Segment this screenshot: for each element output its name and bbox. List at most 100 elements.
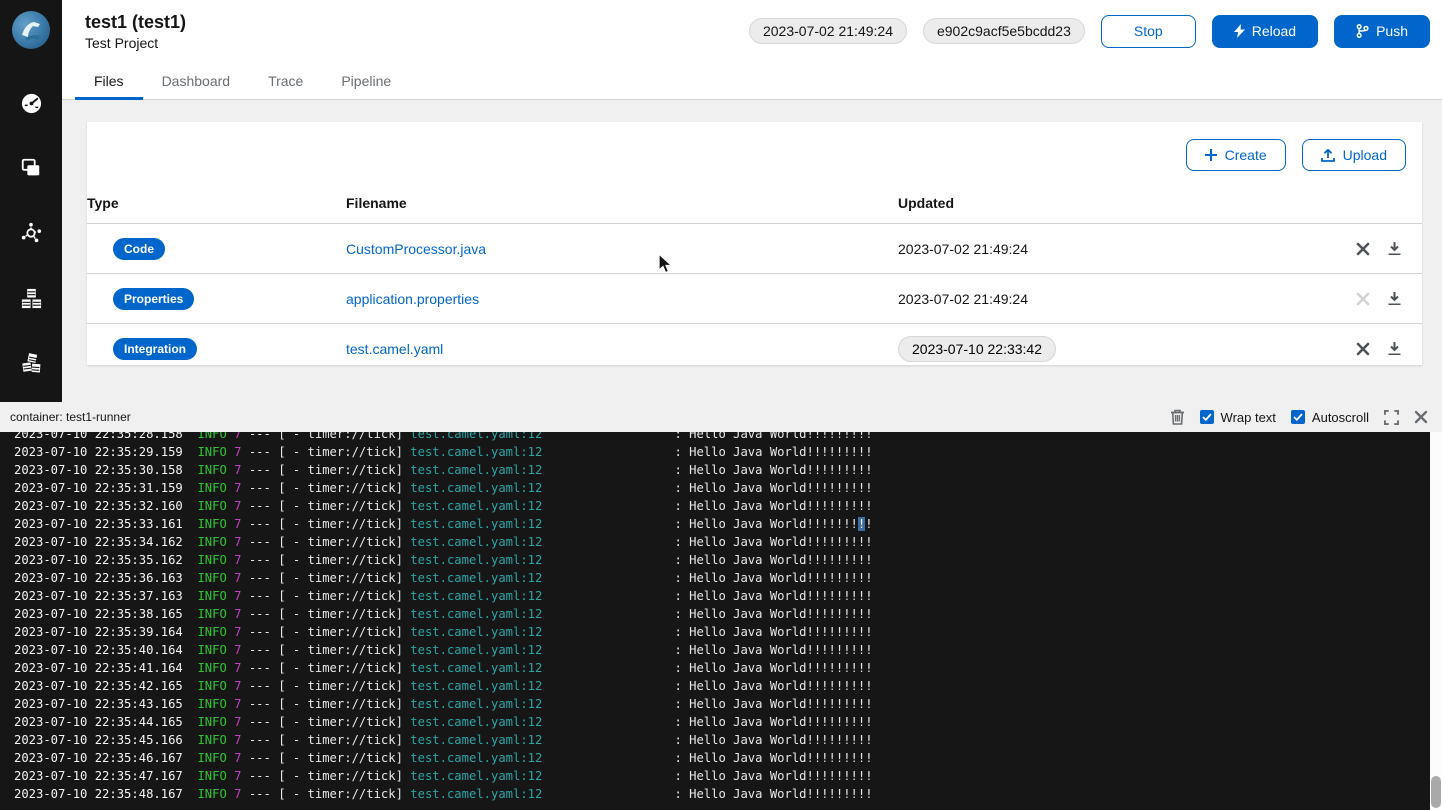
file-type-badge: Integration <box>113 338 197 360</box>
autoscroll-label: Autoscroll <box>1312 410 1369 425</box>
log-line: 2023-07-10 22:35:29.159 INFO 7 --- [ - t… <box>14 443 1430 461</box>
plus-icon <box>1205 149 1217 161</box>
stop-button-label: Stop <box>1134 23 1163 39</box>
log-line: 2023-07-10 22:35:28.158 INFO 7 --- [ - t… <box>14 432 1430 443</box>
files-card: Create Upload Type Filename Updated <box>87 122 1422 365</box>
log-line: 2023-07-10 22:35:43.165 INFO 7 --- [ - t… <box>14 695 1430 713</box>
log-line: 2023-07-10 22:35:37.163 INFO 7 --- [ - t… <box>14 587 1430 605</box>
log-line: 2023-07-10 22:35:32.160 INFO 7 --- [ - t… <box>14 497 1430 515</box>
components-icon <box>20 287 43 310</box>
autoscroll-checkbox-box <box>1291 410 1305 424</box>
push-button-label: Push <box>1376 23 1408 39</box>
commit-hash-badge: e902c9acf5e5bcdd23 <box>923 18 1085 44</box>
tab-dashboard[interactable]: Dashboard <box>143 62 250 99</box>
trash-icon <box>1170 409 1185 425</box>
wrap-text-checkbox-box <box>1200 410 1214 424</box>
file-link[interactable]: application.properties <box>346 291 479 307</box>
camel-logo-icon <box>12 11 50 49</box>
sidebar-item-dashboard[interactable] <box>19 91 43 115</box>
page-subtitle: Test Project <box>85 35 749 51</box>
upload-button-label: Upload <box>1343 147 1387 163</box>
sidebar-item-components[interactable] <box>19 286 43 310</box>
check-icon <box>1293 413 1303 421</box>
file-updated-value: 2023-07-02 21:49:24 <box>898 291 1028 307</box>
app-window: test1 (test1) Test Project 2023-07-02 21… <box>0 0 1442 810</box>
file-type-badge: Code <box>113 238 165 260</box>
upload-icon <box>1321 149 1335 162</box>
column-header-type: Type <box>87 185 346 223</box>
create-button-label: Create <box>1225 147 1267 163</box>
log-line: 2023-07-10 22:35:30.158 INFO 7 --- [ - t… <box>14 461 1430 479</box>
push-button[interactable]: Push <box>1334 15 1430 48</box>
files-content: Create Upload Type Filename Updated <box>0 100 1442 402</box>
reload-button[interactable]: Reload <box>1212 15 1318 48</box>
download-file-button[interactable] <box>1387 341 1402 356</box>
expand-icon <box>1384 410 1399 425</box>
file-link[interactable]: CustomProcessor.java <box>346 241 486 257</box>
autoscroll-checkbox[interactable]: Autoscroll <box>1291 410 1369 425</box>
table-row: Properties application.properties 2023-07-… <box>87 273 1422 323</box>
delete-file-button[interactable] <box>1356 242 1370 256</box>
tab-pipeline[interactable]: Pipeline <box>322 62 410 99</box>
log-line: 2023-07-10 22:35:44.165 INFO 7 --- [ - t… <box>14 713 1430 731</box>
log-line: 2023-07-10 22:35:48.167 INFO 7 --- [ - t… <box>14 785 1430 803</box>
close-x-icon <box>1356 242 1370 256</box>
projects-icon <box>20 157 42 179</box>
files-table: Type Filename Updated Code CustomProcesso… <box>87 185 1422 373</box>
delete-file-button[interactable] <box>1356 342 1370 356</box>
hub-icon <box>20 222 42 244</box>
delete-file-button <box>1356 292 1370 306</box>
log-scrollbar-thumb[interactable] <box>1431 776 1441 808</box>
log-line: 2023-07-10 22:35:40.164 INFO 7 --- [ - t… <box>14 641 1430 659</box>
code-branch-icon <box>1356 24 1369 38</box>
stop-button[interactable]: Stop <box>1101 15 1196 48</box>
close-log-button[interactable] <box>1414 410 1428 424</box>
download-file-button[interactable] <box>1387 291 1402 306</box>
log-console[interactable]: 2023-07-10 22:35:28.158 INFO 7 --- [ - t… <box>0 432 1430 810</box>
dashboard-gauge-icon <box>20 92 43 115</box>
project-header: test1 (test1) Test Project 2023-07-02 21… <box>62 0 1442 62</box>
log-line: 2023-07-10 22:35:39.164 INFO 7 --- [ - t… <box>14 623 1430 641</box>
containers-icon <box>20 352 42 374</box>
table-row: CodeCustomProcessor.java2023-07-02 21:49… <box>87 223 1422 273</box>
sidebar-item-containers[interactable] <box>19 351 43 375</box>
download-icon <box>1387 291 1402 306</box>
log-line: 2023-07-10 22:35:36.163 INFO 7 --- [ - t… <box>14 569 1430 587</box>
check-icon <box>1202 413 1212 421</box>
log-panel-header: container: test1-runner Wrap text <box>0 402 1442 432</box>
tab-files[interactable]: Files <box>75 62 143 99</box>
log-line: 2023-07-10 22:35:45.166 INFO 7 --- [ - t… <box>14 731 1430 749</box>
column-header-updated: Updated <box>898 185 1326 223</box>
log-line: 2023-07-10 22:35:34.162 INFO 7 --- [ - t… <box>14 533 1430 551</box>
download-file-button[interactable] <box>1387 241 1402 256</box>
log-lines: 2023-07-10 22:35:28.158 INFO 7 --- [ - t… <box>0 432 1430 803</box>
log-line: 2023-07-10 22:35:47.167 INFO 7 --- [ - t… <box>14 767 1430 785</box>
create-button[interactable]: Create <box>1186 139 1286 171</box>
log-container-label: container: test1-runner <box>10 410 131 424</box>
download-icon <box>1387 241 1402 256</box>
files-table-header: Type Filename Updated <box>87 185 1422 223</box>
karavan-logo[interactable] <box>12 11 50 49</box>
sidebar-item-hub[interactable] <box>19 221 43 245</box>
close-icon <box>1414 410 1428 424</box>
file-type-badge: Properties <box>113 288 194 310</box>
sidebar <box>0 0 62 402</box>
clear-log-button[interactable] <box>1170 409 1185 425</box>
log-line: 2023-07-10 22:35:46.167 INFO 7 --- [ - t… <box>14 749 1430 767</box>
sidebar-item-projects[interactable] <box>19 156 43 180</box>
column-header-filename: Filename <box>346 185 898 223</box>
wrap-text-checkbox[interactable]: Wrap text <box>1200 410 1276 425</box>
tab-trace[interactable]: Trace <box>249 62 322 99</box>
table-row: Integrationtest.camel.yaml2023-07-10 22:… <box>87 323 1422 373</box>
log-line: 2023-07-10 22:35:41.164 INFO 7 --- [ - t… <box>14 659 1430 677</box>
page-title: test1 (test1) <box>85 11 749 34</box>
log-line: 2023-07-10 22:35:42.165 INFO 7 --- [ - t… <box>14 677 1430 695</box>
file-link[interactable]: test.camel.yaml <box>346 341 443 357</box>
reload-button-label: Reload <box>1252 23 1296 39</box>
expand-log-button[interactable] <box>1384 410 1399 425</box>
bolt-icon <box>1234 24 1245 38</box>
close-x-icon <box>1356 292 1370 306</box>
files-table-body: Code CustomProcessor.java 2023-07-02 21:49… <box>87 223 1422 373</box>
last-commit-time-badge: 2023-07-02 21:49:24 <box>749 18 907 44</box>
upload-button[interactable]: Upload <box>1302 139 1406 171</box>
